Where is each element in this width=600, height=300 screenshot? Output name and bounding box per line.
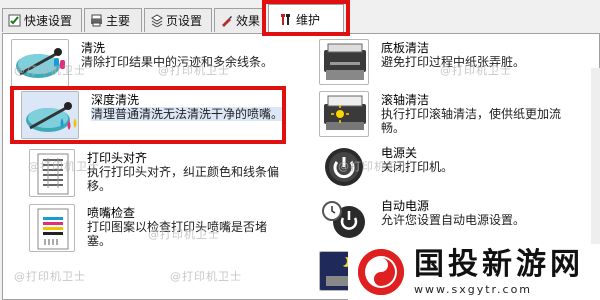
print-head-alignment-description: 执行打印头对齐，纠正颜色和线条偏 移。 (87, 165, 280, 193)
auto-power-description: 允许您设置自动电源设置。 (381, 213, 526, 227)
power-off-item[interactable]: 电源关 关闭打印机。 (319, 144, 453, 190)
power-off-icon (319, 144, 369, 190)
tab-quick-setup[interactable]: 快速设置 (2, 8, 82, 32)
power-off-description: 关闭打印机。 (381, 160, 454, 174)
site-logo-icon (358, 249, 404, 295)
tab-main[interactable]: 主要 (84, 8, 142, 32)
printer-properties-window: 快速设置 主要 页设置 效果 维护 清洗 清除打印结果中的污迹和多余线条。 深度… (0, 0, 600, 300)
tab-label: 主要 (106, 14, 131, 28)
cleaning-title: 清洗 (81, 41, 106, 55)
nozzle-check-title: 喷嘴检查 (87, 206, 136, 220)
deep-cleaning-title: 深度清洗 (91, 93, 140, 107)
power-off-title: 电源关 (381, 146, 418, 160)
tab-effects[interactable]: 效果 (214, 8, 266, 32)
roller-cleaning-icon (319, 91, 369, 137)
printer-icon (89, 14, 103, 28)
print-head-alignment-item[interactable]: 打印头对齐 执行打印头对齐，纠正颜色和线条偏 移。 (29, 149, 279, 197)
tab-label: 效果 (236, 14, 261, 28)
bottom-plate-cleaning-item[interactable]: 底板清洁 避免打印过程中纸张弄脏。 (319, 39, 525, 85)
cleaning-icon (11, 39, 69, 87)
pages-icon (149, 14, 163, 28)
print-head-alignment-icon (29, 149, 75, 197)
site-watermark-badge: 国投新游网 www.sxgytr.com (348, 244, 600, 300)
tab-page-setup[interactable]: 页设置 (144, 8, 212, 32)
auto-power-icon (319, 197, 369, 243)
auto-power-title: 自动电源 (381, 199, 430, 213)
bottom-plate-cleaning-description: 避免打印过程中纸张弄脏。 (381, 55, 526, 69)
roller-cleaning-item[interactable]: 滚轴清洁 执行打印滚轴清洁，使供纸更加流 畅。 (319, 91, 561, 137)
deep-cleaning-description: 清理普通清洗无法清洗干净的喷嘴。 (91, 107, 284, 121)
tools-icon (279, 13, 293, 27)
deep-cleaning-item[interactable]: 深度清洗 清理普通清洗无法清洗干净的喷嘴。 (21, 91, 284, 139)
nozzle-check-description: 打印图案以检查打印头喷嘴是否堵 塞。 (87, 220, 268, 248)
bottom-plate-cleaning-icon (319, 39, 369, 85)
nozzle-check-icon (29, 204, 75, 252)
tab-label: 页设置 (166, 14, 203, 28)
cleaning-description: 清除打印结果中的污迹和多余线条。 (81, 55, 274, 69)
tab-label: 快速设置 (24, 14, 73, 28)
cleaning-item[interactable]: 清洗 清除打印结果中的污迹和多余线条。 (11, 39, 273, 87)
nozzle-check-item[interactable]: 喷嘴检查 打印图案以检查打印头喷嘴是否堵 塞。 (29, 204, 267, 252)
tab-bar: 快速设置 主要 页设置 效果 维护 (0, 0, 600, 34)
site-name: 国投新游网 (414, 246, 584, 282)
roller-cleaning-title: 滚轴清洁 (381, 93, 430, 107)
tab-maintenance[interactable]: 维护 (268, 4, 344, 34)
bottom-plate-cleaning-title: 底板清洁 (381, 41, 430, 55)
tab-label: 维护 (296, 13, 321, 27)
check-icon (7, 14, 21, 28)
auto-power-item[interactable]: 自动电源 允许您设置自动电源设置。 (319, 197, 525, 243)
site-url: www.sxgytr.com (414, 282, 533, 296)
scrollbar[interactable] (591, 68, 600, 268)
deep-cleaning-icon (21, 91, 79, 139)
brush-icon (219, 14, 233, 28)
print-head-alignment-title: 打印头对齐 (87, 151, 148, 165)
roller-cleaning-description: 执行打印滚轴清洁，使供纸更加流 畅。 (381, 107, 562, 135)
